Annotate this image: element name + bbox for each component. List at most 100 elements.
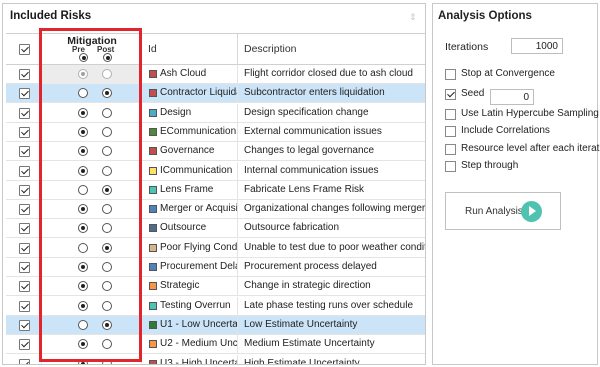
risk-description: External communication issues bbox=[244, 125, 382, 137]
description-column-header[interactable]: Description bbox=[238, 34, 425, 65]
pre-radio[interactable] bbox=[78, 339, 88, 350]
post-radio[interactable] bbox=[102, 281, 112, 292]
include-checkbox[interactable] bbox=[19, 223, 30, 235]
select-all-checkbox[interactable] bbox=[19, 44, 30, 55]
post-radio[interactable] bbox=[102, 69, 112, 79]
pre-all-radio[interactable] bbox=[79, 53, 88, 62]
option-checkbox[interactable] bbox=[445, 161, 456, 172]
risk-description: Changes to legal governance bbox=[244, 145, 375, 157]
include-checkbox[interactable] bbox=[19, 281, 30, 293]
post-radio[interactable] bbox=[102, 319, 112, 330]
table-row[interactable]: Procurement Delays Procurement process de… bbox=[6, 258, 425, 277]
post-radio[interactable] bbox=[102, 146, 112, 157]
pre-radio[interactable] bbox=[78, 107, 88, 118]
table-row[interactable]: Merger or Acquisitio Organizational chang… bbox=[6, 200, 425, 220]
mitigation-cell bbox=[42, 122, 142, 142]
grid-header: Mitigation Pre Post Id Description bbox=[6, 34, 425, 65]
post-radio[interactable] bbox=[102, 126, 112, 137]
description-cell: Outsource fabrication bbox=[238, 219, 425, 238]
option-checkbox[interactable] bbox=[445, 126, 456, 137]
table-row[interactable]: Testing Overrun Late phase testing runs o… bbox=[6, 296, 425, 316]
pre-radio[interactable] bbox=[78, 88, 88, 99]
id-cell: Design bbox=[142, 103, 238, 123]
include-checkbox[interactable] bbox=[19, 184, 30, 196]
pre-radio[interactable] bbox=[78, 146, 88, 157]
table-row[interactable]: Poor Flying Conditi Unable to test due to… bbox=[6, 238, 425, 258]
table-row[interactable]: U1 - Low Uncertaint Low Estimate Uncertai… bbox=[6, 315, 425, 335]
include-checkbox[interactable] bbox=[19, 319, 30, 331]
post-radio[interactable] bbox=[102, 223, 112, 234]
table-row[interactable]: Outsource Outsource fabrication bbox=[6, 219, 425, 239]
risk-description: Medium Estimate Uncertainty bbox=[244, 338, 375, 350]
post-radio[interactable] bbox=[102, 242, 112, 253]
risk-id: Governance bbox=[160, 145, 215, 157]
table-row[interactable]: Governance Changes to legal governance bbox=[6, 142, 425, 162]
table-row[interactable]: Ash Cloud Flight corridor closed due to a… bbox=[6, 65, 425, 84]
pre-radio[interactable] bbox=[78, 319, 88, 330]
id-column-header[interactable]: Id bbox=[142, 34, 238, 65]
option-label: Step through bbox=[461, 160, 519, 171]
option-checkbox[interactable] bbox=[445, 69, 456, 80]
pre-radio[interactable] bbox=[78, 204, 88, 215]
run-analysis-button[interactable]: Run Analysis bbox=[445, 192, 561, 230]
option-checkbox[interactable] bbox=[445, 89, 456, 100]
table-row[interactable]: Contractor Liquidat Subcontractor enters … bbox=[6, 84, 425, 104]
risk-id: Merger or Acquisitio bbox=[160, 203, 238, 215]
post-radio[interactable] bbox=[102, 358, 112, 364]
table-row[interactable]: ICommunication Internal communication iss… bbox=[6, 161, 425, 181]
id-cell: Strategic bbox=[142, 277, 238, 297]
include-checkbox[interactable] bbox=[19, 262, 30, 273]
include-checkbox[interactable] bbox=[19, 69, 30, 80]
option-checkbox[interactable] bbox=[445, 144, 456, 155]
post-radio[interactable] bbox=[102, 339, 112, 350]
mitigation-cell bbox=[42, 335, 142, 355]
post-radio[interactable] bbox=[102, 204, 112, 215]
table-row[interactable]: U2 - Medium Uncer Medium Estimate Uncerta… bbox=[6, 335, 425, 355]
seed-input[interactable]: 0 bbox=[490, 89, 534, 105]
pre-radio[interactable] bbox=[78, 281, 88, 292]
description-header-label: Description bbox=[244, 43, 297, 55]
row-check-cell bbox=[6, 258, 42, 277]
include-checkbox[interactable] bbox=[19, 107, 30, 119]
pre-radio[interactable] bbox=[78, 126, 88, 137]
include-checkbox[interactable] bbox=[19, 146, 30, 158]
pre-radio[interactable] bbox=[78, 165, 88, 176]
id-cell: Lens Frame bbox=[142, 180, 238, 200]
pre-radio[interactable] bbox=[78, 358, 88, 364]
post-radio[interactable] bbox=[102, 165, 112, 176]
table-row[interactable]: Lens Frame Fabricate Lens Frame Risk bbox=[6, 180, 425, 200]
table-row[interactable]: ECommunication External communication iss… bbox=[6, 122, 425, 142]
mitigation-cell bbox=[42, 200, 142, 220]
post-radio[interactable] bbox=[102, 88, 112, 99]
post-radio[interactable] bbox=[102, 300, 112, 311]
row-check-cell bbox=[6, 103, 42, 123]
pre-radio[interactable] bbox=[78, 223, 88, 234]
option-checkbox[interactable] bbox=[445, 109, 456, 120]
table-row[interactable]: U3 - High Uncertain High Estimate Uncerta… bbox=[6, 354, 425, 364]
include-checkbox[interactable] bbox=[19, 300, 30, 312]
pre-radio[interactable] bbox=[78, 184, 88, 195]
pin-icon[interactable]: ⇕ bbox=[409, 12, 417, 22]
post-radio[interactable] bbox=[102, 262, 112, 272]
post-all-radio[interactable] bbox=[103, 53, 112, 62]
pre-radio[interactable] bbox=[78, 300, 88, 311]
risk-description: Organizational changes following merger … bbox=[244, 203, 425, 215]
include-checkbox[interactable] bbox=[19, 339, 30, 351]
include-checkbox[interactable] bbox=[19, 88, 30, 100]
risk-id: Contractor Liquidat bbox=[160, 87, 238, 99]
mitigation-cell bbox=[42, 65, 142, 84]
post-radio[interactable] bbox=[102, 184, 112, 195]
include-checkbox[interactable] bbox=[19, 204, 30, 216]
iterations-input[interactable]: 1000 bbox=[511, 38, 563, 54]
table-row[interactable]: Design Design specification change bbox=[6, 103, 425, 123]
post-radio[interactable] bbox=[102, 107, 112, 118]
include-checkbox[interactable] bbox=[19, 358, 30, 364]
table-row[interactable]: Strategic Change in strategic direction bbox=[6, 277, 425, 297]
pre-radio[interactable] bbox=[78, 242, 88, 253]
pre-radio[interactable] bbox=[78, 262, 88, 272]
include-checkbox[interactable] bbox=[19, 165, 30, 177]
pre-radio[interactable] bbox=[78, 69, 88, 79]
mitigation-cell bbox=[42, 238, 142, 258]
include-checkbox[interactable] bbox=[19, 242, 30, 254]
include-checkbox[interactable] bbox=[19, 126, 30, 138]
